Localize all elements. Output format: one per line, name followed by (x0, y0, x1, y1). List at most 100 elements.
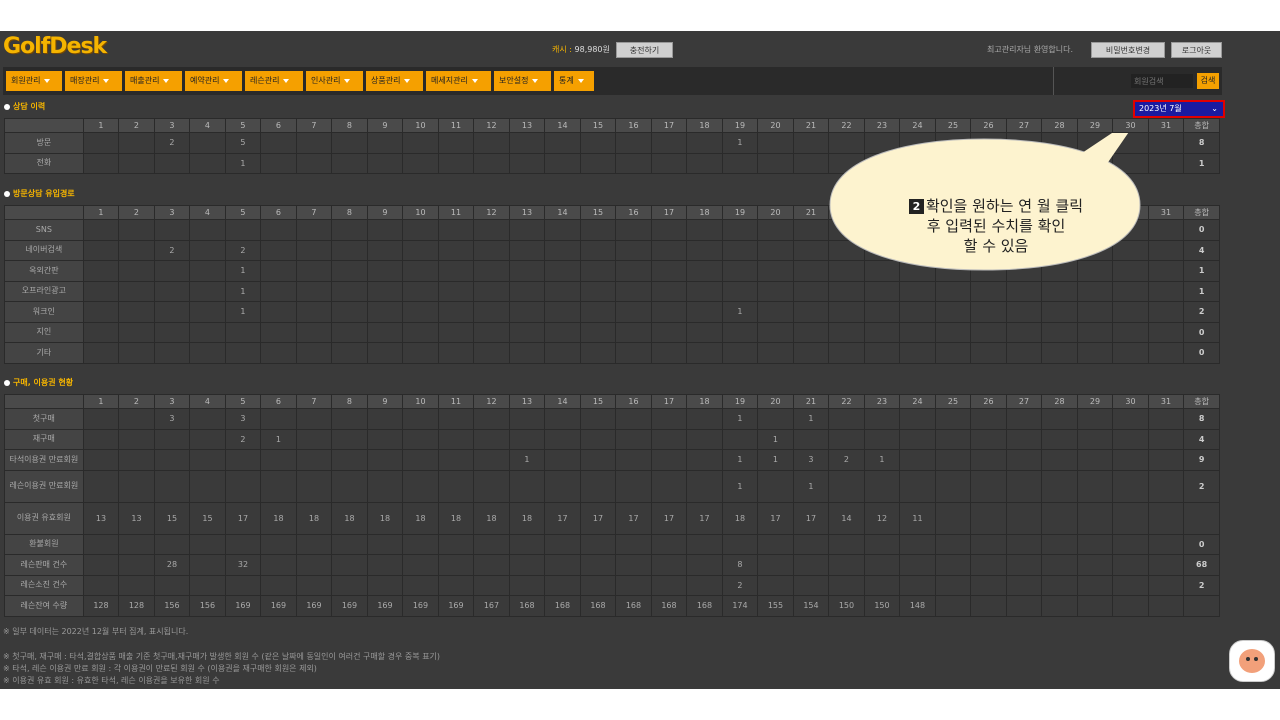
nav-item-7[interactable]: 메세지관리 (426, 71, 491, 91)
nav-item-8[interactable]: 보안설정 (494, 71, 551, 91)
day-header: 22 (828, 118, 865, 133)
month-select[interactable]: 2023년 7월 ⌄ (1133, 100, 1225, 118)
data-cell: 14 (828, 501, 865, 535)
data-cell (828, 533, 865, 555)
data-cell: 155 (757, 595, 794, 617)
data-cell (899, 280, 936, 302)
data-cell (934, 408, 972, 430)
data-cell (153, 469, 191, 503)
data-cell (260, 260, 297, 282)
day-header: 20 (757, 118, 794, 133)
data-cell: 1 (224, 260, 262, 282)
row-total: 0 (1183, 533, 1220, 555)
data-cell (1005, 533, 1043, 555)
data-cell (970, 301, 1007, 323)
data-cell (544, 301, 581, 323)
nav-item-2[interactable]: 매출관리 (125, 71, 182, 91)
nav-item-9[interactable]: 통계 (554, 71, 594, 91)
data-cell (437, 408, 475, 430)
data-cell (721, 321, 759, 343)
day-header: 21 (792, 118, 830, 133)
data-cell (366, 342, 404, 364)
data-cell (82, 260, 120, 282)
day-header: 24 (899, 394, 936, 409)
row-total: 8 (1183, 132, 1220, 154)
data-cell (544, 554, 581, 576)
data-cell (757, 574, 794, 596)
data-cell (686, 152, 723, 174)
golfdesk-logo[interactable]: GolfDesk (3, 34, 107, 59)
nav-item-5[interactable]: 인사관리 (306, 71, 363, 91)
data-cell (366, 280, 404, 302)
data-cell (615, 280, 652, 302)
logout-button[interactable]: 로그아웃 (1171, 42, 1222, 58)
data-cell (757, 469, 794, 503)
total-header: 총합 (1183, 118, 1220, 133)
data-cell (118, 321, 155, 343)
data-cell: 169 (331, 595, 368, 617)
recharge-button[interactable]: 충전하기 (616, 42, 673, 58)
data-cell (1005, 554, 1043, 576)
caret-down-icon (577, 78, 584, 83)
data-cell (473, 428, 510, 450)
search-button[interactable]: 검색 (1197, 73, 1219, 89)
day-header: 13 (508, 205, 546, 220)
data-cell: 2 (153, 239, 191, 261)
data-cell (331, 260, 368, 282)
data-cell (828, 574, 865, 596)
row-label: 레슨소진 건수 (4, 574, 84, 596)
day-header: 4 (189, 394, 226, 409)
row-total: 1 (1183, 280, 1220, 302)
data-cell (686, 342, 723, 364)
data-cell (863, 321, 901, 343)
data-cell (828, 301, 865, 323)
data-cell: 15 (153, 501, 191, 535)
row-label: 워크인 (4, 301, 84, 323)
day-header: 24 (899, 118, 936, 133)
data-cell (792, 321, 830, 343)
data-cell (544, 260, 581, 282)
data-cell (118, 280, 155, 302)
day-header: 7 (295, 118, 333, 133)
data-cell: 18 (721, 501, 759, 535)
row-total: 4 (1183, 428, 1220, 450)
chevron-down-icon: ⌄ (1211, 104, 1218, 113)
data-cell (579, 132, 617, 154)
data-cell (295, 449, 333, 471)
data-cell (1005, 342, 1043, 364)
nav-item-6[interactable]: 상품관리 (366, 71, 423, 91)
data-cell (544, 321, 581, 343)
data-cell: 17 (579, 501, 617, 535)
data-cell: 13 (82, 501, 120, 535)
data-cell (615, 574, 652, 596)
data-cell (295, 152, 333, 174)
data-cell (1076, 408, 1114, 430)
chat-widget-button[interactable] (1229, 640, 1275, 682)
data-cell (1112, 449, 1149, 471)
row-total: 4 (1183, 239, 1220, 261)
data-cell (153, 321, 191, 343)
data-cell (82, 574, 120, 596)
nav-item-4[interactable]: 레슨관리 (245, 71, 303, 91)
day-header: 23 (863, 118, 901, 133)
nav-item-1[interactable]: 매장관리 (65, 71, 122, 91)
day-header: 19 (721, 118, 759, 133)
data-cell (366, 469, 404, 503)
data-cell (224, 321, 262, 343)
member-search-input[interactable] (1131, 74, 1193, 88)
caret-down-icon (223, 78, 230, 83)
table-row: 첫구매 3 3 1 1 8 (4, 408, 1220, 430)
nav-item-3[interactable]: 예약관리 (185, 71, 242, 91)
change-password-button[interactable]: 비밀번호변경 (1091, 42, 1165, 58)
data-cell (260, 219, 297, 241)
data-cell (721, 428, 759, 450)
data-cell (508, 408, 546, 430)
data-cell: 156 (189, 595, 226, 617)
data-cell: 168 (508, 595, 546, 617)
nav-item-0[interactable]: 회원관리 (6, 71, 62, 91)
data-cell (899, 469, 936, 503)
day-header: 11 (437, 205, 475, 220)
data-cell (189, 533, 226, 555)
data-cell (295, 219, 333, 241)
data-cell (899, 533, 936, 555)
